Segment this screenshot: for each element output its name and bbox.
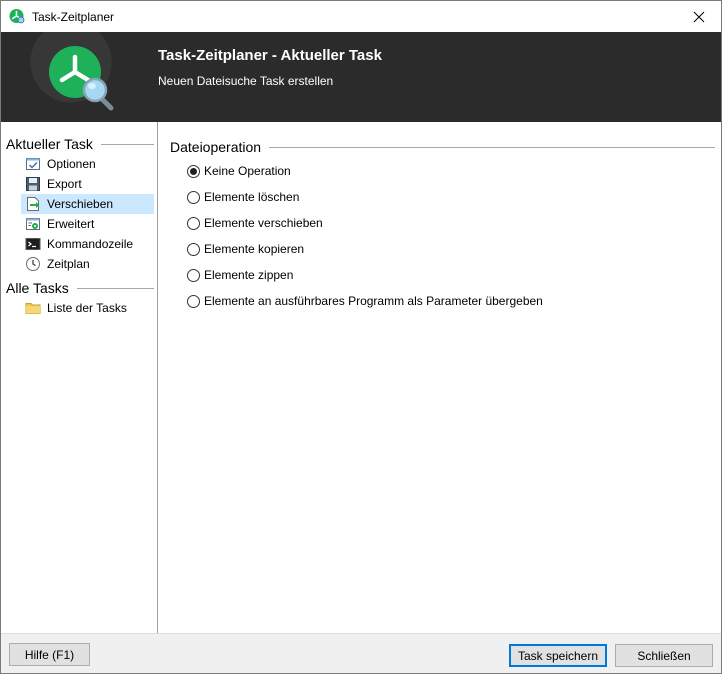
sidebar-item-label: Export: [47, 177, 82, 191]
sidebar-item-kommandozeile[interactable]: Kommandozeile: [21, 234, 154, 254]
section-title: Alle Tasks: [6, 280, 69, 296]
main-panel: Dateioperation Keine Operation Elemente …: [159, 122, 721, 633]
group-divider: [269, 146, 715, 148]
sidebar-item-zeitplan[interactable]: Zeitplan: [21, 254, 154, 274]
radio-option-elemente-verschieben[interactable]: Elemente verschieben: [187, 214, 323, 232]
footer-bar: Hilfe (F1) Task speichern Schließen: [1, 633, 721, 673]
app-logo-icon: [9, 9, 25, 24]
sidebar: Aktueller Task Optionen Export Verschieb…: [1, 122, 158, 633]
section-header-current-task: Aktueller Task: [6, 136, 154, 152]
sidebar-item-label: Erweitert: [47, 217, 95, 231]
sidebar-item-label: Zeitplan: [47, 257, 90, 271]
section-header-all-tasks: Alle Tasks: [6, 280, 154, 296]
close-window-button[interactable]: [677, 1, 721, 32]
checklist-icon: [26, 158, 40, 170]
help-button[interactable]: Hilfe (F1): [9, 643, 90, 666]
task-scheduler-logo-icon: [49, 46, 114, 111]
radio-button[interactable]: [187, 268, 200, 282]
sidebar-item-optionen[interactable]: Optionen: [21, 154, 154, 174]
advanced-settings-icon: [26, 218, 40, 230]
radio-label: Elemente verschieben: [204, 216, 323, 230]
section-divider: [100, 143, 154, 145]
banner-heading: Task-Zeitplaner - Aktueller Task: [158, 47, 382, 64]
file-operation-group-header: Dateioperation: [170, 139, 715, 155]
task-scheduler-window: Task-Zeitplaner Task-Zeitplaner - Aktuel…: [0, 0, 722, 674]
floppy-disk-icon: [26, 177, 40, 191]
radio-label: Elemente löschen: [204, 190, 300, 204]
window-title: Task-Zeitplaner: [32, 10, 115, 24]
title-bar: Task-Zeitplaner: [1, 1, 721, 32]
radio-option-elemente-loeschen[interactable]: Elemente löschen: [187, 188, 299, 206]
section-divider: [76, 287, 154, 289]
close-icon: [693, 11, 705, 22]
radio-button-selected[interactable]: [187, 164, 200, 178]
command-line-icon: [25, 238, 41, 250]
radio-option-elemente-kopieren[interactable]: Elemente kopieren: [187, 240, 304, 258]
clock-icon: [26, 257, 40, 271]
section-title: Aktueller Task: [6, 136, 93, 152]
sidebar-item-label: Optionen: [47, 157, 96, 171]
close-button[interactable]: Schließen: [615, 644, 713, 667]
radio-option-elemente-zippen[interactable]: Elemente zippen: [187, 266, 293, 284]
radio-label: Elemente kopieren: [204, 242, 305, 256]
radio-button[interactable]: [187, 294, 200, 308]
sidebar-item-label: Kommandozeile: [47, 237, 134, 251]
radio-button[interactable]: [187, 242, 200, 256]
save-task-button[interactable]: Task speichern: [509, 644, 607, 667]
radio-label: Elemente an ausführbares Programm als Pa…: [204, 294, 543, 308]
radio-label: Elemente zippen: [204, 268, 294, 282]
sidebar-item-label: Liste der Tasks: [47, 301, 127, 315]
radio-label: Keine Operation: [204, 164, 291, 178]
sidebar-item-liste-der-tasks[interactable]: Liste der Tasks: [21, 298, 154, 318]
sidebar-item-erweitert[interactable]: Erweitert: [21, 214, 154, 234]
radio-option-keine-operation[interactable]: Keine Operation: [187, 162, 291, 180]
sidebar-item-label: Verschieben: [47, 197, 114, 211]
radio-option-programm-parameter[interactable]: Elemente an ausführbares Programm als Pa…: [187, 292, 543, 310]
banner-subheading: Neuen Dateisuche Task erstellen: [158, 74, 334, 88]
sidebar-item-verschieben[interactable]: Verschieben: [21, 194, 154, 214]
folder-icon: [25, 303, 41, 314]
move-arrow-icon: [27, 197, 40, 211]
group-title: Dateioperation: [170, 139, 262, 155]
header-banner: Task-Zeitplaner - Aktueller Task Neuen D…: [1, 32, 721, 122]
radio-button[interactable]: [187, 190, 200, 204]
sidebar-item-export[interactable]: Export: [21, 174, 154, 194]
radio-button[interactable]: [187, 216, 200, 230]
